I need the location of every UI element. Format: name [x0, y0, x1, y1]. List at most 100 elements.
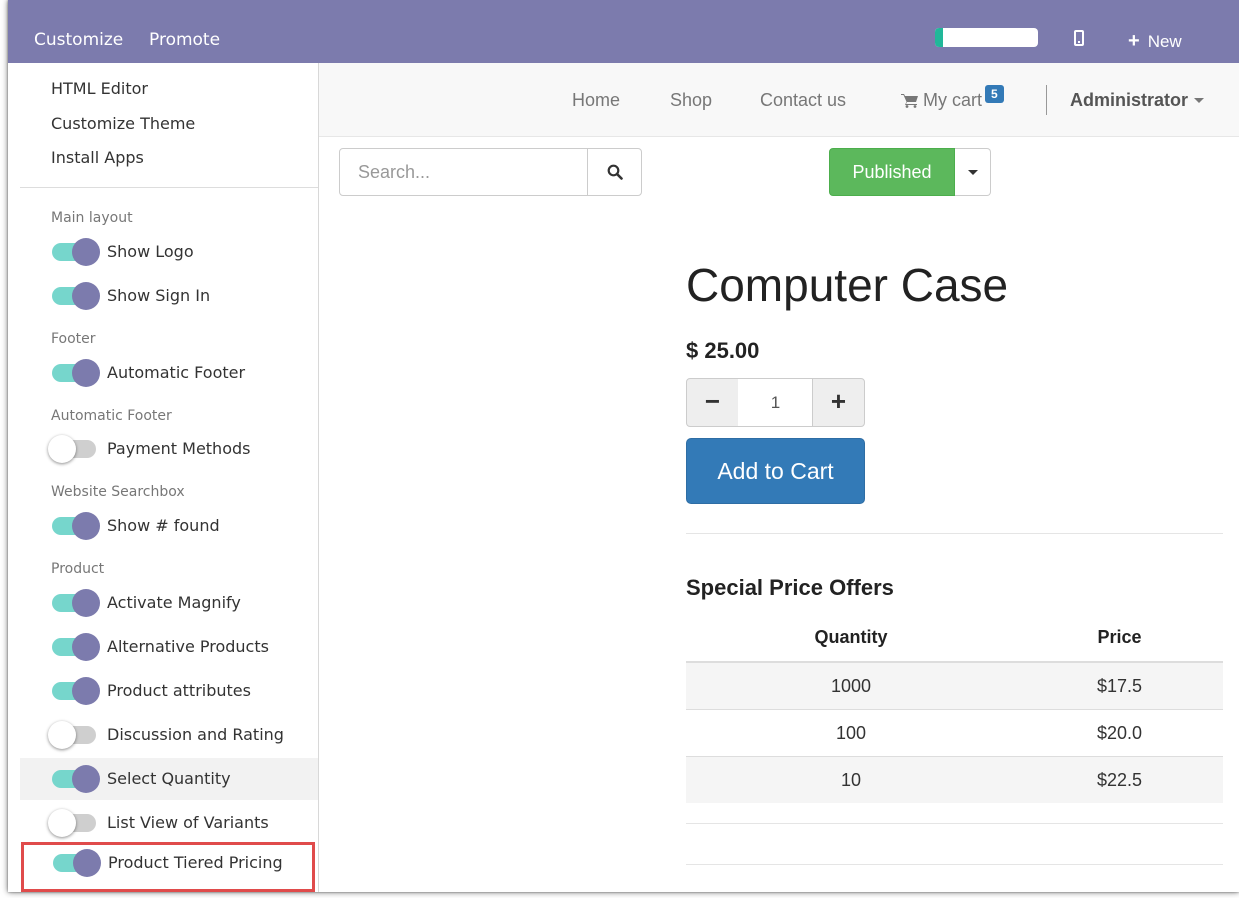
publish-dropdown-button[interactable]: [955, 148, 991, 196]
table-row: 10 $22.5: [686, 756, 1223, 803]
section-header-website-searchbox: Website Searchbox: [51, 484, 185, 500]
product-search: [339, 148, 642, 196]
option-label: Show Sign In: [107, 286, 211, 305]
toggle-switch[interactable]: [52, 282, 100, 310]
option-show-logo[interactable]: Show Logo: [20, 231, 318, 273]
option-label: Alternative Products: [107, 637, 269, 656]
option-automatic-footer[interactable]: Automatic Footer: [20, 352, 318, 394]
quantity-decrease-button[interactable]: −: [686, 378, 739, 427]
option-label: Activate Magnify: [107, 593, 241, 612]
nav-divider: [1046, 85, 1047, 115]
option-discussion-and-rating[interactable]: Discussion and Rating: [20, 714, 318, 756]
toggle-knob: [73, 849, 101, 877]
tiered-pricing-table: Quantity Price 1000 $17.5 100 $20.0 10 $…: [686, 614, 1223, 803]
search-button[interactable]: [587, 148, 642, 196]
table-row: 100 $20.0: [686, 709, 1223, 757]
quantity-cell: 10: [686, 756, 1017, 803]
divider: [686, 864, 1223, 865]
toggle-knob: [72, 765, 100, 793]
new-button[interactable]: + New: [1128, 30, 1182, 53]
option-product-tiered-pricing[interactable]: Product Tiered Pricing: [21, 842, 315, 892]
option-label: Payment Methods: [107, 439, 251, 458]
section-header-automatic-footer: Automatic Footer: [51, 408, 172, 424]
search-input[interactable]: [339, 148, 588, 196]
nav-contact-us[interactable]: Contact us: [760, 90, 846, 111]
option-show-found[interactable]: Show # found: [20, 505, 318, 547]
toggle-switch[interactable]: [52, 633, 100, 661]
special-offers-title: Special Price Offers: [686, 575, 894, 600]
new-button-label: New: [1147, 32, 1182, 51]
menu-divider: [20, 187, 318, 188]
toggle-switch[interactable]: [52, 589, 100, 617]
menu-item-customize-theme[interactable]: Customize Theme: [51, 114, 195, 133]
option-label: Product attributes: [107, 681, 251, 700]
toggle-switch[interactable]: [53, 849, 101, 877]
toggle-switch[interactable]: [52, 677, 100, 705]
divider: [686, 823, 1223, 824]
product-title: Computer Case: [686, 259, 1009, 311]
option-payment-methods[interactable]: Payment Methods: [20, 428, 318, 470]
published-button[interactable]: Published: [829, 148, 955, 196]
toggle-switch[interactable]: [48, 435, 96, 463]
add-to-cart-button[interactable]: Add to Cart: [686, 438, 865, 504]
toggle-switch[interactable]: [52, 238, 100, 266]
option-activate-magnify[interactable]: Activate Magnify: [20, 582, 318, 624]
price-cell: $17.5: [1016, 661, 1223, 710]
option-alternative-products[interactable]: Alternative Products: [20, 626, 318, 668]
nav-home[interactable]: Home: [572, 90, 620, 111]
toggle-knob: [48, 809, 76, 837]
nav-my-cart[interactable]: My cart 5: [901, 85, 1004, 111]
search-icon: [607, 164, 623, 180]
option-label: Discussion and Rating: [107, 725, 284, 744]
price-cell: $20.0: [1016, 709, 1223, 757]
toggle-knob: [72, 677, 100, 705]
toggle-switch[interactable]: [48, 721, 96, 749]
option-show-sign-in[interactable]: Show Sign In: [20, 275, 318, 317]
section-header-main-layout: Main layout: [51, 210, 133, 226]
progress-bar: [935, 28, 1038, 47]
option-label: Product Tiered Pricing: [108, 853, 283, 872]
mobile-preview-icon[interactable]: [1074, 30, 1084, 46]
toggle-knob: [48, 435, 76, 463]
editor-top-bar: Customize Promote + New: [8, 0, 1239, 63]
menu-item-html-editor[interactable]: HTML Editor: [51, 79, 148, 98]
toggle-knob: [72, 633, 100, 661]
customize-menu-toggle[interactable]: Customize: [34, 30, 123, 50]
caret-down-icon: [968, 170, 978, 175]
column-header: Price: [1016, 614, 1223, 663]
option-list-view-of-variants[interactable]: List View of Variants: [20, 802, 318, 844]
divider: [686, 533, 1223, 534]
caret-down-icon: [1194, 98, 1205, 103]
toggle-switch[interactable]: [52, 765, 100, 793]
table-row: 1000 $17.5: [686, 661, 1223, 710]
toggle-knob: [72, 512, 100, 540]
section-header-product: Product: [51, 561, 105, 577]
browser-viewport: Customize Promote + New Home Shop Contact…: [8, 0, 1239, 892]
toggle-switch[interactable]: [52, 359, 100, 387]
plus-icon: +: [1128, 30, 1140, 52]
option-product-attributes[interactable]: Product attributes: [20, 670, 318, 712]
option-select-quantity[interactable]: Select Quantity: [20, 758, 318, 800]
user-menu[interactable]: Administrator: [1070, 90, 1205, 111]
quantity-input[interactable]: [738, 378, 813, 427]
cart-count-badge: 5: [985, 85, 1004, 103]
quantity-cell: 100: [686, 709, 1017, 757]
toggle-knob: [48, 721, 76, 749]
toggle-knob: [72, 589, 100, 617]
quantity-stepper: − +: [686, 378, 865, 427]
quantity-increase-button[interactable]: +: [812, 378, 865, 427]
product-price: $ 25.00: [686, 338, 760, 363]
menu-item-install-apps[interactable]: Install Apps: [51, 148, 144, 167]
option-label: Show # found: [107, 516, 220, 535]
shopping-cart-icon: [901, 94, 918, 108]
toggle-switch[interactable]: [52, 512, 100, 540]
toggle-knob: [72, 238, 100, 266]
user-name: Administrator: [1070, 90, 1189, 110]
promote-menu-toggle[interactable]: Promote: [149, 30, 220, 50]
progress-fill: [935, 28, 944, 47]
customize-dropdown-menu: HTML Editor Customize Theme Install Apps…: [20, 63, 319, 892]
toggle-switch[interactable]: [48, 809, 96, 837]
website-navbar: Home Shop Contact us My cart 5 Administra…: [318, 63, 1239, 137]
nav-shop[interactable]: Shop: [670, 90, 712, 111]
column-header: Quantity: [686, 614, 1017, 663]
